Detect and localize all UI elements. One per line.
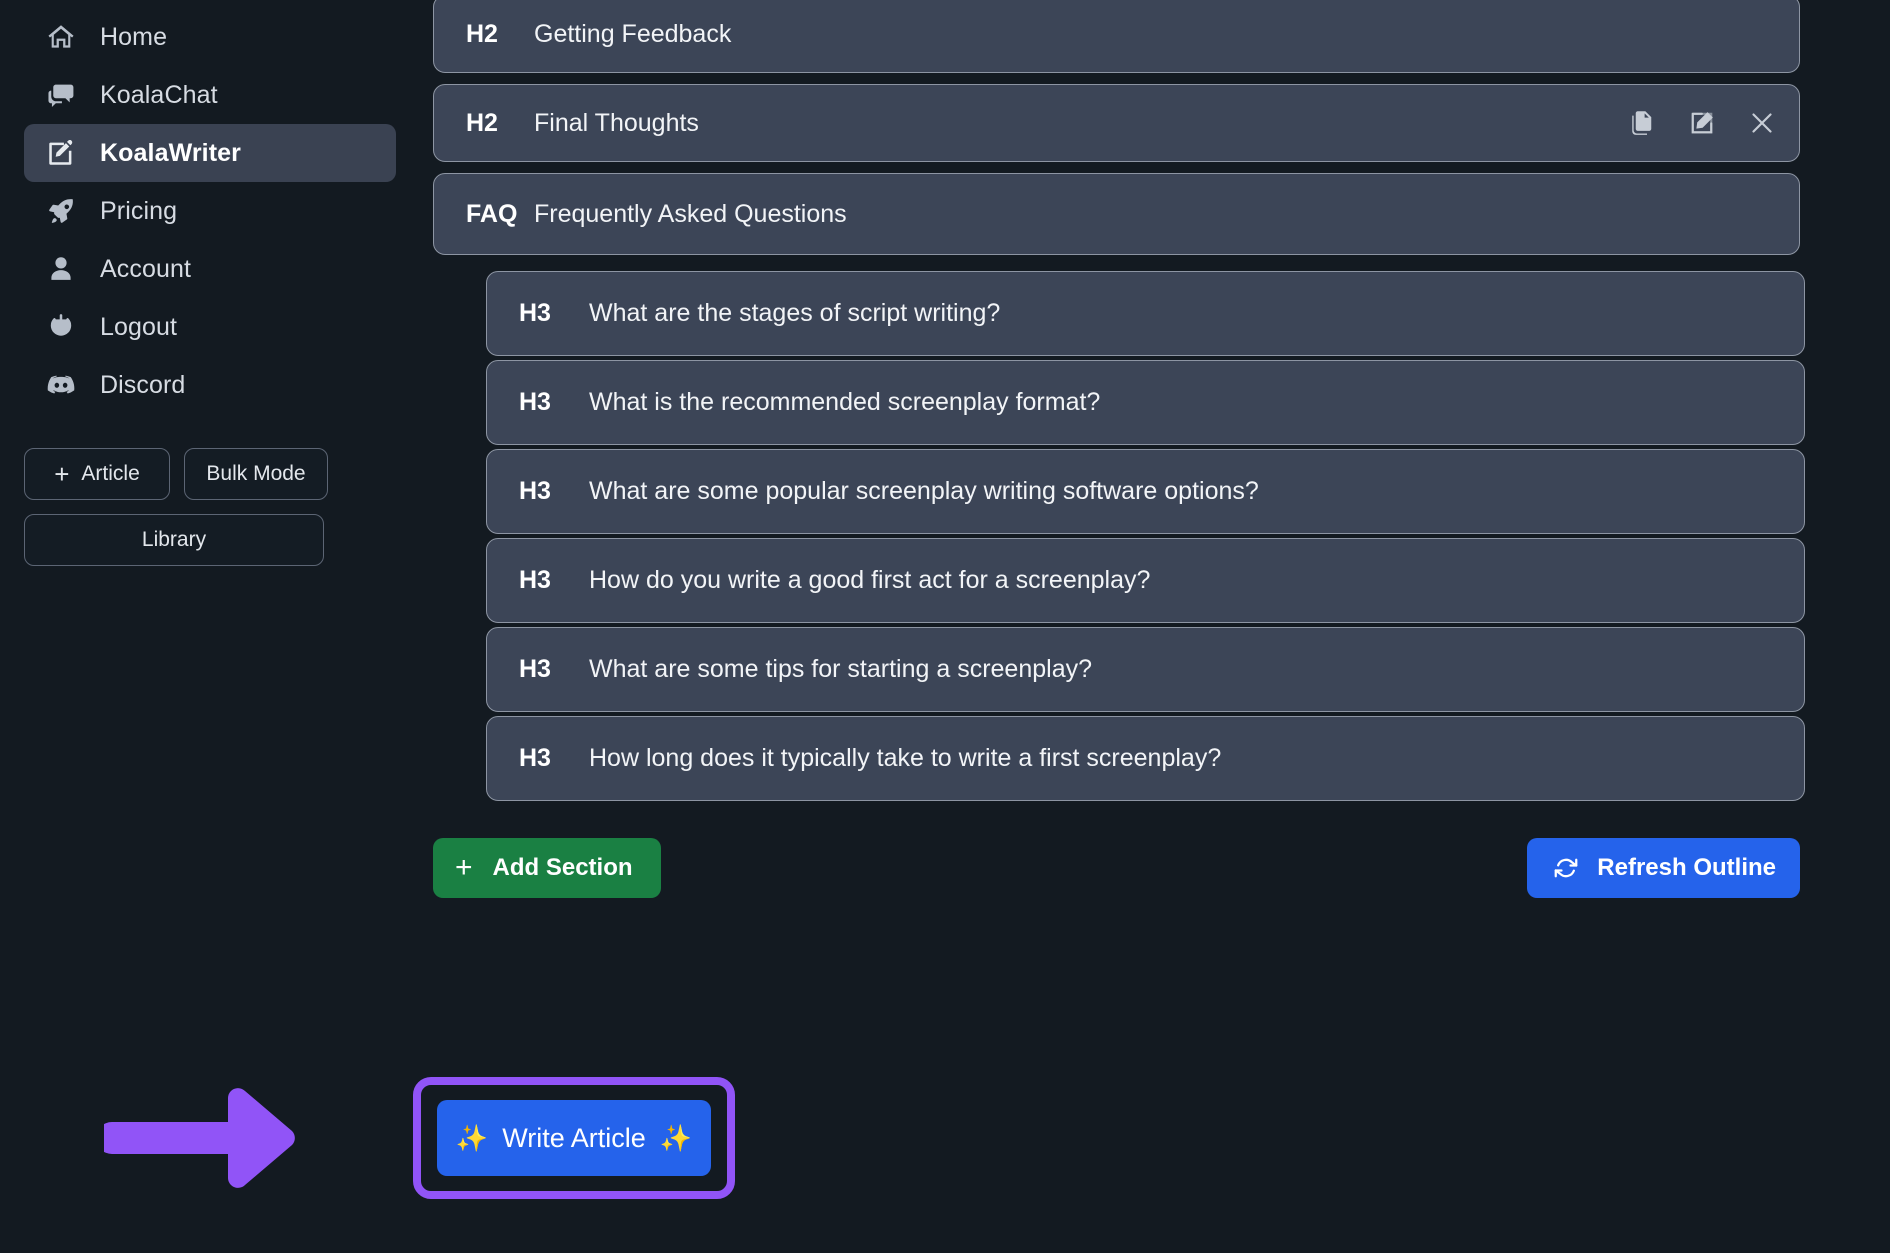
pencil-square-icon: [44, 136, 78, 170]
sparkles-icon-right: ✨: [659, 1123, 693, 1153]
sparkles-icon-left: ✨: [455, 1123, 489, 1153]
row-title: Final Thoughts: [534, 108, 699, 137]
refresh-outline-button[interactable]: Refresh Outline: [1527, 838, 1800, 898]
refresh-outline-label: Refresh Outline: [1597, 854, 1776, 881]
outline-row-h2[interactable]: H2 Getting Feedback: [433, 0, 1800, 73]
outline-action-bar: + Add Section Refresh Outline: [433, 838, 1800, 898]
sidebar-item-account[interactable]: Account: [24, 240, 396, 298]
outline-row-h3[interactable]: H3 How do you write a good first act for…: [486, 538, 1805, 623]
sidebar: Home KoalaChat KoalaWriter Pricing Accou…: [0, 0, 420, 1253]
row-title: What are some popular screenplay writing…: [589, 477, 1259, 505]
row-action-group: [1627, 108, 1777, 138]
sidebar-item-label: KoalaChat: [100, 80, 218, 109]
close-icon[interactable]: [1747, 108, 1777, 138]
discord-icon: [44, 368, 78, 402]
sidebar-nav: Home KoalaChat KoalaWriter Pricing Accou…: [24, 8, 396, 414]
row-title: What are some tips for starting a screen…: [589, 655, 1093, 683]
outline-row-h3[interactable]: H3 What are some popular screenplay writ…: [486, 449, 1805, 534]
plus-icon: +: [455, 851, 473, 884]
row-level-tag: H3: [519, 299, 551, 327]
user-icon: [44, 252, 78, 286]
outline-row-h2[interactable]: H2 Final Thoughts: [433, 84, 1800, 162]
outline-row-faq[interactable]: FAQ Frequently Asked Questions: [433, 173, 1800, 255]
sidebar-item-koalachat[interactable]: KoalaChat: [24, 66, 396, 124]
row-level-tag: H3: [519, 566, 551, 594]
sidebar-item-home[interactable]: Home: [24, 8, 396, 66]
sidebar-item-logout[interactable]: Logout: [24, 298, 396, 356]
power-icon: [44, 310, 78, 344]
outline-list: H2 Getting Feedback H2 Final Thoughts FA…: [433, 0, 1890, 801]
sidebar-item-label: Home: [100, 22, 168, 51]
write-article-button[interactable]: ✨ Write Article ✨: [437, 1100, 711, 1176]
outline-row-h3[interactable]: H3 How long does it typically take to wr…: [486, 716, 1805, 801]
koala-writer-app: Home KoalaChat KoalaWriter Pricing Accou…: [0, 0, 1890, 1253]
home-icon: [44, 20, 78, 54]
duplicate-icon[interactable]: [1627, 108, 1657, 138]
sidebar-item-label: Account: [100, 254, 192, 283]
new-article-button[interactable]: + Article: [24, 448, 170, 500]
sidebar-action-row: + Article Bulk Mode: [24, 448, 396, 500]
row-title: How long does it typically take to write…: [589, 744, 1222, 772]
row-title: Frequently Asked Questions: [534, 199, 847, 228]
row-level-tag: H2: [466, 19, 498, 48]
sidebar-item-label: Discord: [100, 370, 186, 399]
add-section-label: Add Section: [492, 854, 633, 881]
edit-icon[interactable]: [1687, 108, 1717, 138]
write-article-highlight: ✨ Write Article ✨: [413, 1077, 735, 1199]
chat-icon: [44, 78, 78, 112]
rocket-icon: [44, 194, 78, 228]
row-title: How do you write a good first act for a …: [589, 566, 1151, 594]
row-level-tag: H3: [519, 388, 551, 416]
sidebar-item-label: Logout: [100, 312, 178, 341]
outline-row-h3[interactable]: H3 What is the recommended screenplay fo…: [486, 360, 1805, 445]
bulk-mode-button[interactable]: Bulk Mode: [184, 448, 328, 500]
row-title: What are the stages of script writing?: [589, 299, 1001, 327]
refresh-icon: [1551, 853, 1581, 883]
row-level-tag: H3: [519, 477, 551, 505]
outline-row-h3[interactable]: H3 What are some tips for starting a scr…: [486, 627, 1805, 712]
sidebar-item-koalawriter[interactable]: KoalaWriter: [24, 124, 396, 182]
plus-icon: +: [54, 459, 70, 489]
sidebar-item-label: KoalaWriter: [100, 138, 241, 167]
add-section-button[interactable]: + Add Section: [433, 838, 661, 898]
write-article-label: Write Article: [502, 1122, 646, 1153]
row-title: What is the recommended screenplay forma…: [589, 388, 1101, 416]
row-level-tag: FAQ: [466, 199, 518, 228]
sidebar-item-label: Pricing: [100, 196, 178, 225]
row-level-tag: H3: [519, 744, 551, 772]
row-level-tag: H2: [466, 108, 498, 137]
row-title: Getting Feedback: [534, 19, 732, 48]
sidebar-item-pricing[interactable]: Pricing: [24, 182, 396, 240]
library-button[interactable]: Library: [24, 514, 324, 566]
new-article-label: Article: [81, 462, 140, 485]
sidebar-item-discord[interactable]: Discord: [24, 356, 396, 414]
row-level-tag: H3: [519, 655, 551, 683]
outline-editor: H2 Getting Feedback H2 Final Thoughts FA…: [420, 0, 1890, 1253]
outline-row-h3[interactable]: H3 What are the stages of script writing…: [486, 271, 1805, 356]
